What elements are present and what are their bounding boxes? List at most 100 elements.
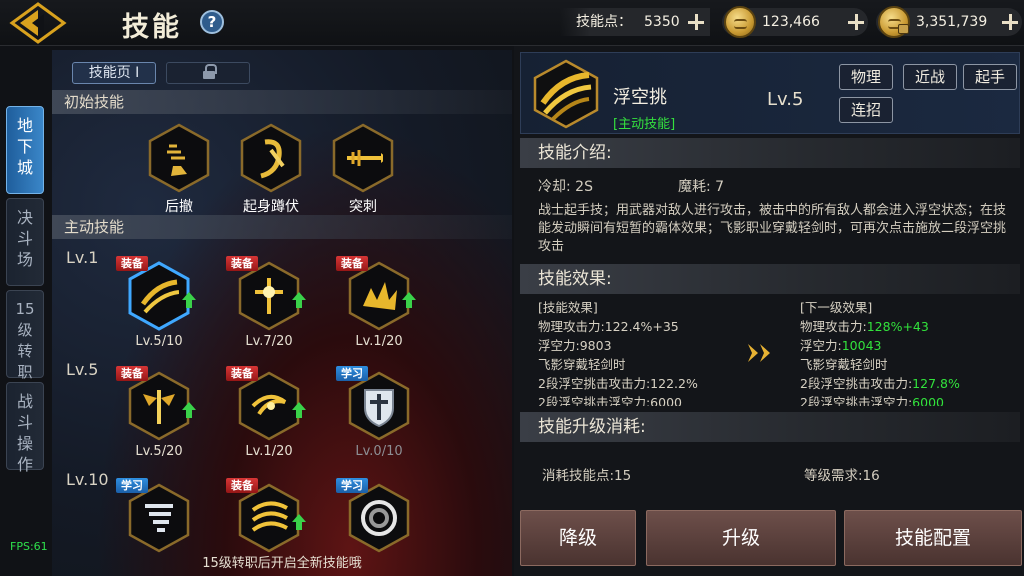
- skill-points-value: 5350: [644, 14, 680, 30]
- skill-point-cost: 消耗技能点:15: [542, 468, 632, 484]
- effect-line: 2段浮空挑击攻击力:122.2%: [538, 374, 768, 393]
- skill-tag: 物理: [839, 64, 893, 90]
- bound-gold-value: 3,351,739: [916, 14, 988, 30]
- lock-icon: [203, 64, 217, 79]
- initial-skill-2[interactable]: 突刺: [328, 122, 398, 216]
- cross-strike-icon: [255, 278, 283, 314]
- back-arrow-icon: [9, 2, 67, 44]
- active-skill-0[interactable]: 装备 Lv.5/10: [116, 256, 196, 349]
- skill-icon-frame: 装备: [116, 256, 196, 332]
- upgrade-arrow-icon: [292, 402, 306, 418]
- add-gold-button[interactable]: [846, 12, 866, 32]
- skill-icon-frame: 装备: [116, 366, 196, 442]
- burst-icon: [363, 282, 397, 310]
- add-skill-points-button[interactable]: [686, 12, 706, 32]
- skill-name-label: 突刺: [349, 199, 377, 215]
- skill-name: 浮空挑: [613, 87, 667, 108]
- initial-skill-0[interactable]: 后撤: [144, 122, 214, 216]
- skill-level-label: Lv.7/20: [245, 334, 293, 349]
- retreat-icon: [167, 144, 187, 176]
- wave-icon: [251, 501, 288, 532]
- side-tab-label: 战斗操作: [16, 392, 33, 474]
- side-tab-combat-controls[interactable]: 战斗操作: [6, 382, 44, 474]
- next-effect-list: [下一级效果] 物理攻击力:128%+43 浮空力:10043 飞影穿戴轻剑时 2段浮…: [800, 298, 1024, 406]
- selected-skill-card: 浮空挑 [主动技能] Lv.5 物理 近战 起手 连招: [520, 52, 1020, 134]
- skill-points-display: 技能点： 5350: [560, 8, 710, 36]
- skill-tree-panel: 技能页 I 初始技能 后撤 起身蹲伏 突刺 主动技能 Lv.1 Lv.5 Lv.10…: [52, 50, 512, 576]
- fps-counter: FPS:61: [10, 540, 48, 553]
- effect-label: 飞影穿戴轻剑时: [800, 357, 888, 372]
- skill-name-label: 后撤: [165, 199, 193, 215]
- effect-value: 128%+43: [866, 319, 929, 334]
- upgrade-arrow-icon: [182, 402, 196, 418]
- next-effect-title: [下一级效果]: [800, 300, 873, 315]
- side-tab-dungeon[interactable]: 地下城: [6, 106, 44, 194]
- mana-cost-text: 魔耗: 7: [678, 179, 725, 195]
- vortex-icon: [361, 500, 397, 536]
- initial-skills-header: 初始技能: [52, 90, 512, 114]
- active-skill-7[interactable]: 装备: [226, 478, 306, 556]
- skill-icon-frame: 学习: [116, 478, 192, 554]
- skill-tag: 起手: [963, 64, 1017, 90]
- effect-label: 2段浮空挑击浮空力:: [800, 395, 913, 406]
- help-button[interactable]: ?: [200, 10, 224, 34]
- skill-tag: 近战: [903, 64, 957, 90]
- effect-value: 6000: [650, 395, 682, 406]
- active-skill-3[interactable]: 装备 Lv.5/20: [116, 366, 196, 459]
- skill-icon-frame: 学习: [336, 478, 412, 554]
- upgrade-button[interactable]: 升级: [646, 510, 836, 566]
- skill-icon-frame: [330, 122, 396, 194]
- equipped-badge: 装备: [116, 256, 148, 271]
- side-tab-label: 决斗场: [16, 208, 33, 269]
- active-skill-6[interactable]: 学习: [116, 478, 194, 556]
- effect-label: 2段浮空挑击攻击力:: [800, 376, 913, 391]
- equipped-badge: 装备: [226, 478, 258, 493]
- skill-config-button[interactable]: 技能配置: [844, 510, 1022, 566]
- effect-value: 122.2%: [650, 376, 698, 391]
- skill-current-level: Lv.5: [767, 89, 804, 110]
- skill-points-label: 技能点：: [576, 14, 632, 30]
- effect-label: 物理攻击力:: [800, 319, 867, 334]
- effect-line: 物理攻击力:128%+43: [800, 317, 1024, 336]
- gold-display: 123,466: [722, 6, 868, 38]
- effect-label: 飞影穿戴轻剑时: [538, 357, 626, 372]
- active-skills-header: 主动技能: [52, 215, 512, 239]
- add-bound-gold-button[interactable]: [1000, 12, 1020, 32]
- thrust-icon: [347, 150, 383, 166]
- skill-level-label: Lv.5/10: [135, 334, 183, 349]
- side-tab-label: 15级转职: [15, 300, 35, 381]
- side-tab-job-advance[interactable]: 15级转职: [6, 290, 44, 381]
- effect-label: 2段浮空挑击攻击力:: [538, 376, 651, 391]
- downgrade-button[interactable]: 降级: [520, 510, 636, 566]
- equipped-badge: 装备: [226, 256, 258, 271]
- current-effect-list: [技能效果] 物理攻击力:122.4%+35 浮空力:9803 飞影穿戴轻剑时 2段浮…: [538, 298, 768, 406]
- whirl-icon: [251, 394, 287, 416]
- effect-value: 10043: [841, 338, 882, 353]
- effect-value: 122.4%+35: [604, 319, 679, 334]
- effect-line: 2段浮空挑击攻击力:127.8%: [800, 374, 1024, 393]
- skill-level-label: Lv.0/10: [355, 444, 403, 459]
- job-advance-hint: 15级转职后开启全新技能哦: [202, 556, 362, 571]
- bound-gold-display: 3,351,739: [876, 6, 1022, 38]
- skill-page-tab-1[interactable]: 技能页 I: [72, 62, 156, 84]
- initial-skill-1[interactable]: 起身蹲伏: [236, 122, 306, 216]
- skill-icon-frame: 装备: [226, 366, 306, 442]
- active-skill-1[interactable]: 装备 Lv.7/20: [226, 256, 306, 349]
- skill-page-tab-locked[interactable]: [166, 62, 250, 84]
- active-skill-5[interactable]: 学习 Lv.0/10: [336, 366, 414, 459]
- side-tab-arena[interactable]: 决斗场: [6, 198, 44, 286]
- upgrade-arrow-icon: [402, 292, 416, 308]
- effect-label: 浮空力:: [800, 338, 842, 353]
- launch-slash-icon: [140, 279, 179, 314]
- active-skill-4[interactable]: 装备 Lv.1/20: [226, 366, 306, 459]
- back-button[interactable]: [8, 2, 68, 44]
- upgrade-arrow-icon: [292, 292, 306, 308]
- skill-tag: 连招: [839, 97, 893, 123]
- current-effect-title: [技能效果]: [538, 300, 598, 315]
- active-skill-2[interactable]: 装备 Lv.1/20: [336, 256, 416, 349]
- wings-icon: [143, 390, 175, 424]
- active-skill-8[interactable]: 学习: [336, 478, 414, 556]
- learn-badge: 学习: [116, 478, 148, 493]
- equipped-badge: 装备: [336, 256, 368, 271]
- skill-name-label: 起身蹲伏: [243, 199, 299, 215]
